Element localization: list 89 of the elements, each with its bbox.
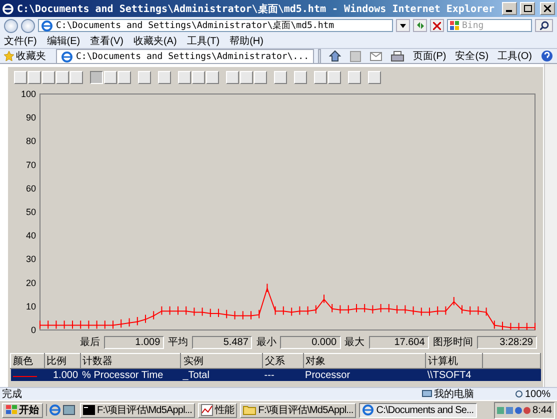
menu-button[interactable]: 工具(O) [498,49,532,64]
stat-value: 3:28:29 [476,336,537,349]
chart-icon [201,404,214,416]
browser-icon [2,2,14,14]
close-icon [433,22,441,30]
axis-label: 40 [26,230,36,241]
table-cell: % Processor Time [80,368,181,382]
column-header[interactable]: 实例 [180,354,262,369]
column-header[interactable]: 颜色 [10,354,44,369]
taskbar-button[interactable]: F:\项目评估\Md5Appl... [240,402,356,418]
table-cell: \\TSOFT4 [425,368,483,382]
desktop-icon[interactable] [63,404,75,416]
scrollbar[interactable] [544,64,557,388]
axis-label: 90 [26,112,36,123]
maximize-icon [524,5,532,12]
column-header[interactable]: 对象 [303,354,426,369]
mail-icon[interactable] [370,52,382,61]
stat-value: 0.000 [280,336,341,349]
security-zone: 我的电脑 [422,387,512,402]
stat-value: 5.487 [192,336,252,349]
magnifier-icon [515,390,523,398]
browser-icon[interactable] [49,404,61,416]
computer-icon [422,390,432,399]
page-icon [41,20,53,32]
stat-label: 最大 [344,336,365,350]
back-button[interactable] [4,18,18,33]
browser-icon [362,404,374,416]
menu-item[interactable]: 查看(V) [90,34,124,48]
menu-item[interactable]: 帮助(H) [230,34,264,48]
help-icon[interactable] [541,50,553,62]
favorites-button[interactable]: 收藏夹 [4,49,46,64]
refresh-icon [416,21,424,30]
axis-label: 100 [20,89,36,100]
windows-logo-icon [450,21,459,30]
axis-label: 80 [26,136,36,146]
forward-button[interactable] [21,18,35,33]
clock: 8:44 [532,404,552,416]
menu-button[interactable]: 安全(S) [455,49,489,64]
menu-item[interactable]: 工具(T) [186,34,220,48]
taskbar-button[interactable]: 性能 [198,402,238,418]
table-cell: _Total [180,368,262,382]
axis-label: 0 [30,325,36,334]
refresh-button[interactable] [413,19,427,32]
stat-value: 17.604 [368,336,429,349]
axis-label: 60 [26,183,36,194]
stop-button[interactable] [430,19,444,32]
axis-label: 10 [26,301,36,312]
stat-label: 最后 [80,336,100,350]
address-field[interactable]: C:\Documents and Settings\Administrator\桌面\md5.htm [38,19,393,32]
folder-icon [243,405,256,416]
zoom-button[interactable]: 100% [515,388,555,400]
menu-item[interactable]: 编辑(E) [46,34,80,48]
axis-label: 30 [26,254,36,264]
taskbar-button[interactable]: C:\Documents and Se... [359,402,477,418]
stat-label: 最小 [256,336,276,350]
column-header [482,354,540,369]
column-header[interactable]: 计数器 [80,354,181,369]
menu-button[interactable]: 页面(P) [412,49,446,64]
stat-value: 1.009 [104,336,164,349]
table-cell: 1.000 [44,368,80,382]
star-icon [4,51,14,62]
tray-icons-drawing [496,406,531,415]
taskbar-button[interactable]: F:\项目评估\Md5Appl... [80,402,196,418]
printer-icon[interactable] [390,50,404,62]
dropdown-button[interactable] [396,19,410,32]
table-cell: Processor [303,368,426,382]
maximize-button[interactable] [520,2,535,15]
table-cell: --- [262,368,304,382]
axis-label: 20 [26,278,36,288]
console-icon [83,405,95,416]
close-button[interactable] [540,2,555,15]
caret-icon [400,24,406,28]
stat-label: 图形时间 [432,336,473,350]
start-button[interactable]: 开始 [2,402,43,418]
search-icon [540,21,548,30]
window-title: C:\Documents and Settings\Administrator\桌面\md5.htm - Windows Internet Explorer [17,2,496,16]
close-icon [544,5,551,12]
toolbar-button[interactable] [90,71,103,84]
windows-logo-icon [6,405,17,416]
stat-label: 平均 [168,336,188,350]
menu-item[interactable]: 文件(F) [4,34,37,48]
axis-label: 50 [26,207,36,218]
axis-label: 70 [26,160,36,170]
browser-tab[interactable]: C:\Documents and Settings\Administrator\... [56,49,314,64]
status-text: 完成 [2,388,23,402]
page-icon [61,50,73,63]
menu-item[interactable]: 收藏夹(A) [133,34,177,48]
search-button[interactable] [535,19,553,32]
minimize-button[interactable] [502,2,517,15]
